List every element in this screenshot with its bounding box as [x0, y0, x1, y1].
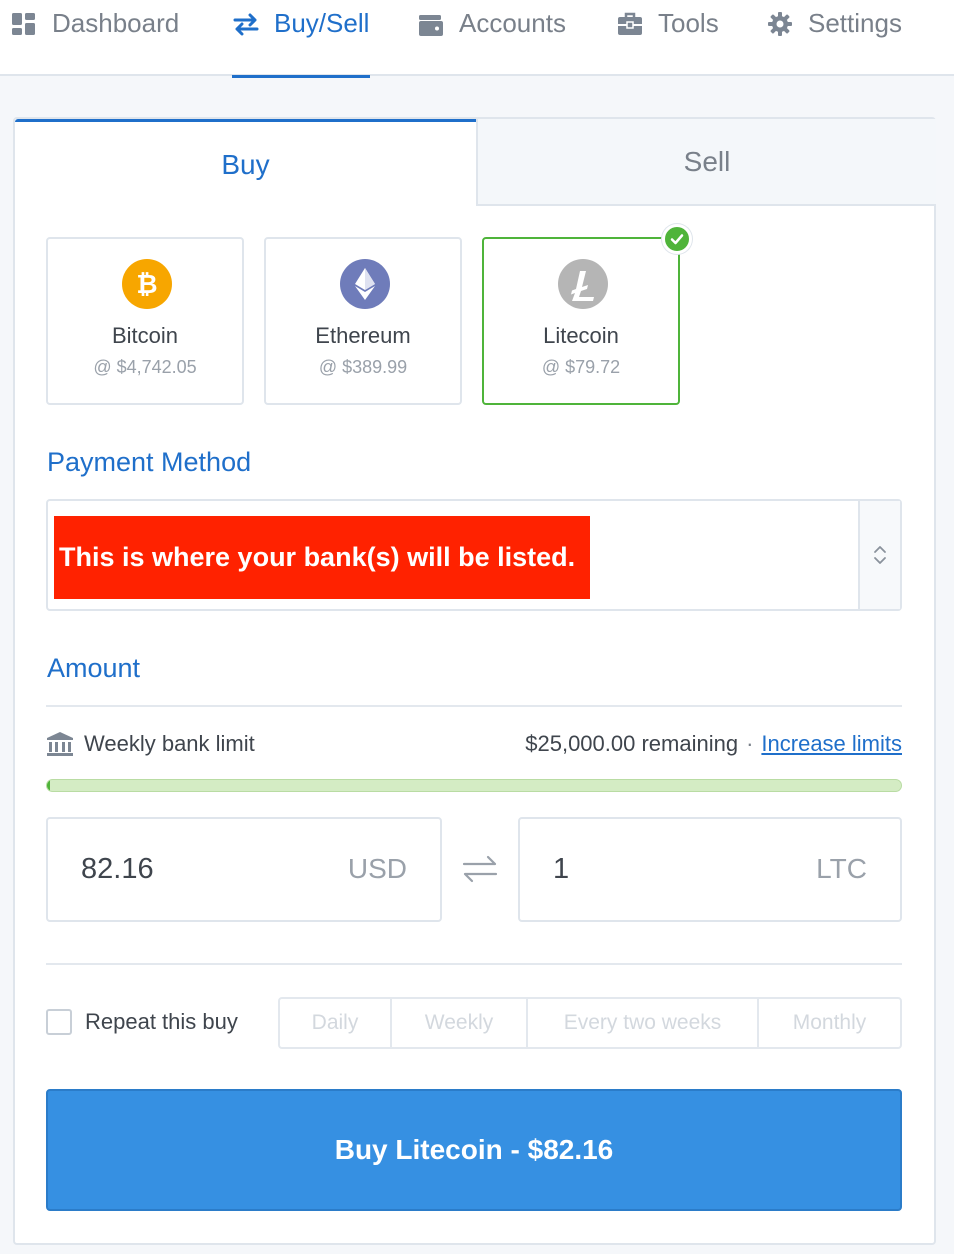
coin-option-ethereum[interactable]: Ethereum @ $389.99 [264, 237, 462, 405]
ethereum-icon [340, 259, 390, 309]
nav-dashboard[interactable]: Dashboard [10, 0, 179, 76]
nav-accounts[interactable]: Accounts [417, 0, 566, 76]
coin-name: Ethereum [315, 323, 411, 348]
increase-limits-link[interactable]: Increase limits [761, 731, 902, 757]
nav-buysell[interactable]: Buy/Sell [232, 0, 370, 78]
svg-text:₿: ₿ [136, 270, 157, 300]
frequency-every-two-weeks[interactable]: Every two weeks [528, 999, 759, 1047]
bank-icon [46, 731, 74, 762]
coin-option-bitcoin[interactable]: ₿ Bitcoin @ $4,742.05 [46, 237, 244, 405]
coin-option-litecoin[interactable]: Litecoin @ $79.72 [482, 237, 680, 405]
frequency-daily[interactable]: Daily [280, 999, 392, 1047]
frequency-selector: Daily Weekly Every two weeks Monthly [278, 997, 902, 1049]
crypto-unit: LTC [816, 853, 867, 884]
amount-title: Amount [47, 653, 141, 683]
nav-dashboard-label: Dashboard [52, 8, 180, 38]
swap-arrows-icon [233, 13, 259, 36]
usd-value: 82.16 [81, 853, 154, 885]
select-arrows-icon[interactable] [858, 501, 900, 609]
repeat-checkbox[interactable] [46, 1009, 72, 1035]
top-nav: Dashboard Buy/Sell Accounts Tools Settin… [0, 0, 954, 78]
limit-status: $25,000.00 remaining · Increase limits [525, 731, 902, 757]
payment-method-title: Payment Method [47, 447, 252, 477]
repeat-label: Repeat this buy [85, 1009, 238, 1034]
swap-icon[interactable] [462, 851, 498, 892]
crypto-value: 1 [553, 853, 570, 885]
frequency-weekly[interactable]: Weekly [392, 999, 528, 1047]
coin-price: @ $4,742.05 [93, 357, 197, 377]
usd-amount-input[interactable]: 82.16 USD [46, 817, 442, 922]
dashboard-icon [12, 13, 35, 35]
toolbox-icon [618, 12, 642, 35]
nav-settings-label: Settings [808, 8, 902, 38]
nav-buysell-label: Buy/Sell [274, 8, 370, 38]
coin-price: @ $79.72 [541, 357, 621, 377]
nav-settings[interactable]: Settings [766, 0, 902, 76]
buy-button[interactable]: Buy Litecoin - $82.16 [46, 1089, 902, 1211]
limit-remaining: $25,000.00 remaining [525, 731, 739, 756]
bitcoin-icon: ₿ [122, 259, 172, 309]
nav-tools-label: Tools [658, 8, 719, 38]
coin-name: Litecoin [543, 323, 619, 348]
nav-accounts-label: Accounts [459, 8, 566, 38]
wallet-icon [419, 15, 443, 36]
weekly-limit-label: Weekly bank limit [84, 731, 255, 756]
usd-unit: USD [347, 853, 407, 884]
selected-check-icon [662, 224, 692, 254]
limit-progress-fill [47, 780, 50, 791]
gear-icon [768, 12, 792, 36]
coin-price: @ $389.99 [318, 357, 408, 377]
divider [46, 963, 902, 965]
litecoin-icon [558, 259, 608, 309]
bank-list-banner: This is where your bank(s) will be liste… [54, 516, 590, 599]
crypto-amount-input[interactable]: 1 LTC [518, 817, 902, 922]
divider [46, 705, 902, 707]
tab-buy[interactable]: Buy [15, 119, 476, 207]
coin-name: Bitcoin [111, 323, 179, 348]
frequency-monthly[interactable]: Monthly [759, 999, 900, 1047]
nav-tools[interactable]: Tools [616, 0, 719, 76]
limit-progress-bar [46, 779, 902, 792]
separator-dot: · [746, 731, 754, 756]
tab-sell[interactable]: Sell [476, 119, 936, 206]
